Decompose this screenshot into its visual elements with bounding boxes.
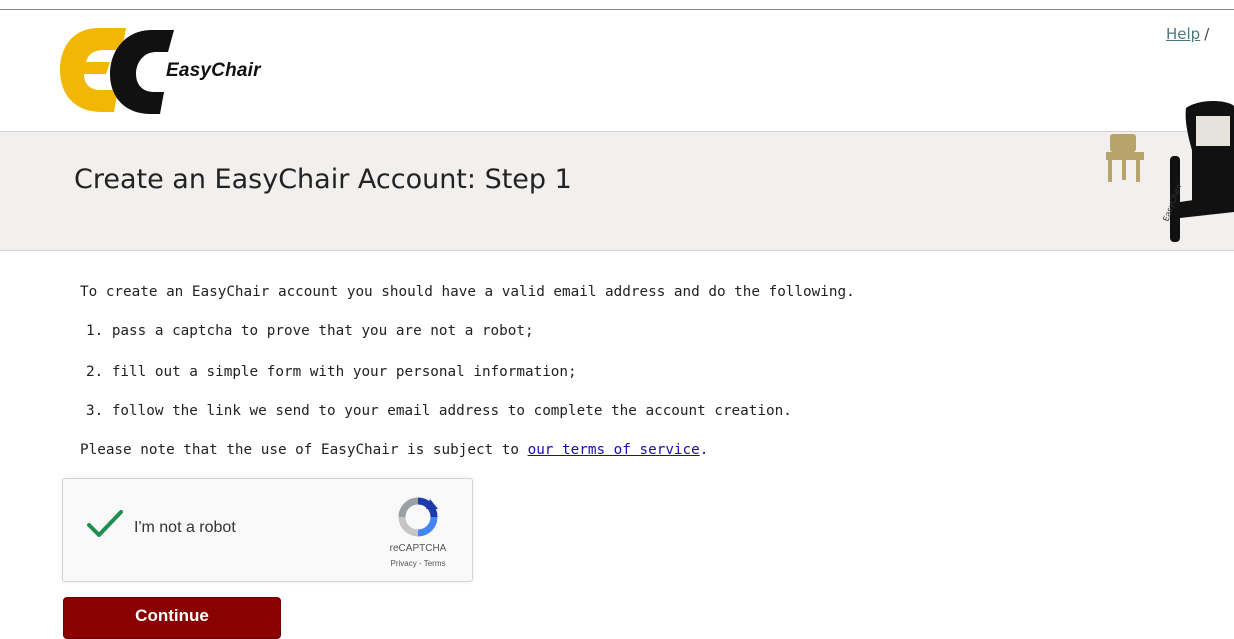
terms-of-service-link[interactable]: our terms of service bbox=[528, 442, 700, 458]
nav-separator: / bbox=[1204, 25, 1210, 43]
terms-prefix: Please note that the use of EasyChair is… bbox=[80, 442, 528, 458]
recaptcha-logo bbox=[396, 495, 440, 539]
recaptcha-widget: I'm not a robot reCAPTCHA Privacy - Term… bbox=[62, 478, 473, 582]
step-1: 1. pass a captcha to prove that you are … bbox=[86, 323, 534, 339]
chair-illustration: EasyChair bbox=[1100, 94, 1234, 244]
recaptcha-label: I'm not a robot bbox=[134, 519, 236, 536]
recaptcha-icon bbox=[398, 497, 438, 537]
recaptcha-terms-link[interactable]: Terms bbox=[424, 559, 446, 568]
intro-text: To create an EasyChair account you shoul… bbox=[80, 284, 855, 300]
step-3: 3. follow the link we send to your email… bbox=[86, 403, 792, 419]
logo-text: EasyChair bbox=[166, 60, 261, 81]
terms-notice: Please note that the use of EasyChair is… bbox=[80, 442, 708, 458]
checkmark-icon bbox=[87, 510, 123, 537]
recaptcha-links: Privacy - Terms bbox=[363, 559, 473, 568]
page-title: Create an EasyChair Account: Step 1 bbox=[74, 164, 572, 195]
recaptcha-privacy-link[interactable]: Privacy bbox=[391, 559, 417, 568]
top-nav: Help / bbox=[1166, 25, 1209, 43]
continue-button[interactable]: Continue bbox=[63, 597, 281, 639]
recaptcha-checkbox[interactable] bbox=[87, 509, 123, 539]
terms-suffix: . bbox=[699, 442, 709, 458]
recaptcha-brand: reCAPTCHA bbox=[389, 543, 447, 554]
chair-icon: EasyChair bbox=[1106, 101, 1234, 242]
recaptcha-links-separator: - bbox=[416, 559, 424, 568]
step-2: 2. fill out a simple form with your pers… bbox=[86, 364, 577, 380]
help-link[interactable]: Help bbox=[1166, 25, 1200, 43]
top-divider bbox=[0, 9, 1234, 10]
